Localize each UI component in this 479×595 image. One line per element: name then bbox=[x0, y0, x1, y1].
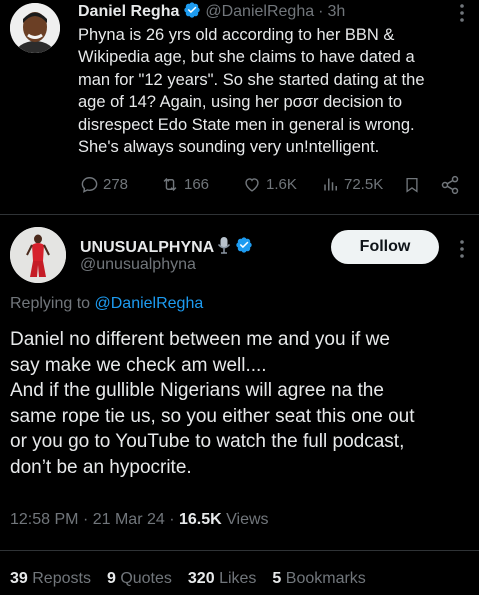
main-more-options-button[interactable] bbox=[456, 238, 468, 260]
tweet-date[interactable]: 21 Mar 24 bbox=[93, 511, 165, 528]
follow-button[interactable]: Follow bbox=[331, 230, 439, 264]
views-total: 16.5K bbox=[179, 511, 222, 528]
tweet-text-line: Phyna is 26 yrs old according to her BBN… bbox=[78, 26, 395, 44]
bookmarks-label: Bookmarks bbox=[285, 570, 366, 587]
avatar-image bbox=[10, 3, 60, 53]
microphone-emoji-icon bbox=[217, 236, 231, 259]
reply-count: 278 bbox=[103, 176, 129, 193]
likes-count: 320 bbox=[187, 570, 215, 587]
main-tweet-text: Daniel no different between me and you i… bbox=[10, 327, 475, 481]
tweet-text-line: Wikipedia age, but she claims to have da… bbox=[78, 48, 415, 67]
parent-display-name[interactable]: Daniel Regha bbox=[78, 3, 179, 21]
reposts-stat[interactable]: 39 Reposts bbox=[10, 570, 91, 588]
replying-to-handle-link[interactable]: @DanielRegha bbox=[95, 295, 204, 312]
views-label: Views bbox=[226, 511, 269, 528]
more-dots-icon bbox=[460, 4, 464, 22]
engagement-stats: 39 Reposts 9 Quotes 320 Likes 5 Bookmark… bbox=[10, 570, 366, 588]
reposts-label: Reposts bbox=[32, 570, 91, 587]
tweet-text-line: same rope tie us, so you either seat thi… bbox=[10, 405, 415, 427]
tweet-time[interactable]: 12:58 PM bbox=[10, 511, 78, 528]
share-icon bbox=[441, 175, 459, 195]
reposts-count: 39 bbox=[10, 570, 28, 587]
views-chart-icon bbox=[324, 178, 337, 191]
bookmarks-stat[interactable]: 5 Bookmarks bbox=[272, 570, 365, 588]
replying-to: Replying to @DanielRegha bbox=[10, 295, 203, 313]
quotes-count: 9 bbox=[106, 570, 116, 587]
quotes-label: Quotes bbox=[120, 570, 172, 587]
tweet-text-line: She's always sounding very un!ntelligent… bbox=[78, 138, 380, 157]
bookmarks-count: 5 bbox=[272, 570, 282, 587]
tweet-text-line: Daniel no different between me and you i… bbox=[10, 329, 390, 350]
avatar-daniel-regha[interactable] bbox=[10, 3, 60, 53]
heart-icon bbox=[245, 178, 259, 192]
repost-icon bbox=[163, 177, 177, 192]
reply-button[interactable]: 278 bbox=[80, 175, 128, 194]
meta-separator: · bbox=[169, 511, 175, 528]
tweet-meta: 12:58 PM · 21 Mar 24 · 16.5K Views bbox=[10, 511, 269, 529]
like-button[interactable]: 1.6K bbox=[242, 175, 297, 194]
parent-tweet-header: Daniel Regha @DanielRegha · 3h bbox=[78, 1, 345, 23]
views-button[interactable]: 72.5K bbox=[322, 175, 383, 194]
tweet-text-line: And if the gullible Nigerians will agree… bbox=[10, 380, 384, 402]
more-dots-icon bbox=[460, 240, 464, 258]
views-count: 72.5K bbox=[344, 176, 384, 193]
repost-count: 166 bbox=[184, 176, 210, 193]
header-separator: · bbox=[318, 3, 324, 20]
bookmark-icon bbox=[406, 177, 418, 193]
verified-badge-icon bbox=[183, 1, 201, 24]
tweet-text-line: don’t be an hypocrite. bbox=[10, 456, 192, 478]
tweet-text-line: man for "12 years". So she started datin… bbox=[78, 70, 425, 89]
tweet-text-line: or you go to YouTube to watch the full p… bbox=[10, 431, 405, 453]
likes-label: Likes bbox=[219, 570, 257, 587]
parent-timestamp[interactable]: 3h bbox=[327, 3, 345, 21]
verified-badge-icon bbox=[235, 236, 253, 259]
meta-separator: · bbox=[82, 511, 89, 528]
tweet-text-line: disrespect Edo State men in general is w… bbox=[78, 115, 415, 134]
likes-stat[interactable]: 320 Likes bbox=[188, 570, 257, 588]
parent-tweet-text: Phyna is 26 yrs old according to her BBN… bbox=[78, 24, 473, 158]
replying-to-prefix: Replying to bbox=[10, 295, 91, 312]
tweet-text-line: age of 14? Again, using her pσσr decisio… bbox=[78, 93, 402, 112]
like-count: 1.6K bbox=[266, 176, 297, 193]
reply-icon bbox=[81, 177, 98, 193]
avatar-image bbox=[10, 227, 66, 283]
avatar-unusualphyna[interactable] bbox=[10, 227, 66, 283]
quotes-stat[interactable]: 9 Quotes bbox=[107, 570, 172, 588]
bookmark-button[interactable] bbox=[403, 175, 421, 200]
main-display-name[interactable]: UNUSUALPHYNA bbox=[80, 239, 214, 257]
more-options-button[interactable] bbox=[456, 2, 468, 24]
parent-handle[interactable]: @DanielRegha bbox=[205, 3, 314, 21]
stats-divider bbox=[0, 550, 479, 551]
tweet-divider bbox=[0, 214, 479, 215]
repost-button[interactable]: 166 bbox=[160, 175, 209, 194]
tweet-text-line: say make we check am well.... bbox=[10, 354, 267, 376]
share-button[interactable] bbox=[440, 175, 460, 200]
main-handle[interactable]: @unusualphyna bbox=[80, 256, 196, 274]
